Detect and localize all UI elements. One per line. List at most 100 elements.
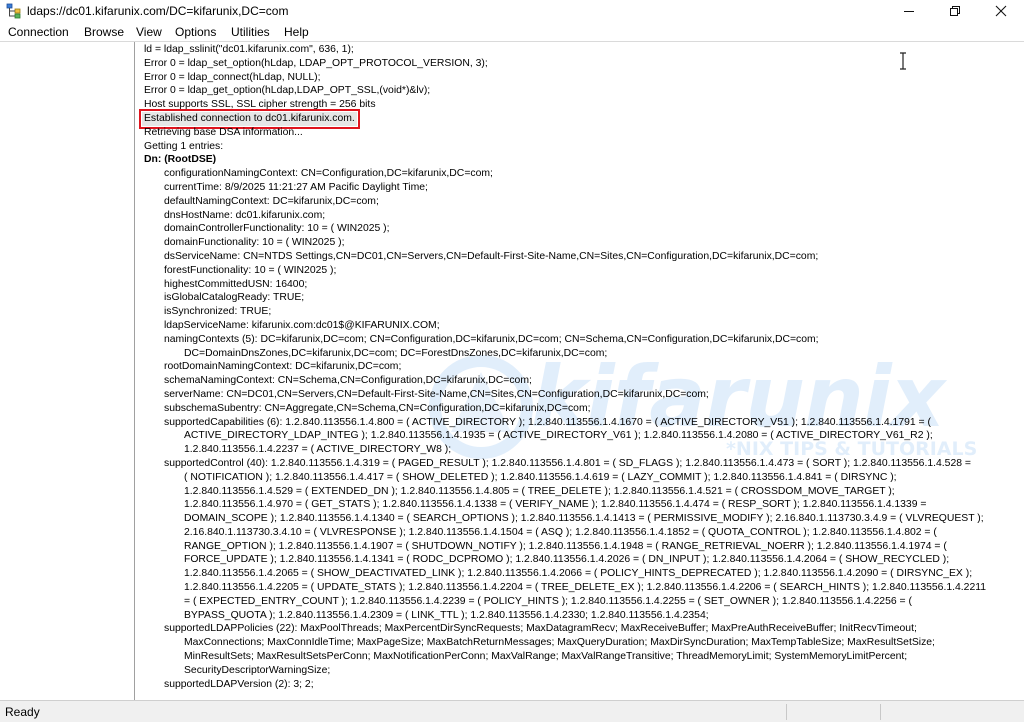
title-bar: ldaps://dc01.kifarunix.com/DC=kifarunix,… [0, 0, 1024, 22]
output-line-text: isSynchronized: TRUE; [164, 306, 272, 318]
output-line: schemaNamingContext: CN=Schema,CN=Config… [144, 374, 1022, 388]
output-line: 1.2.840.113556.1.4.529 = ( EXTENDED_DN )… [144, 485, 1022, 499]
output-line-text: Dn: (RootDSE) [144, 154, 217, 166]
menu-connection[interactable]: Connection [8, 25, 69, 39]
output-line-text: supportedLDAPPolicies (22): MaxPoolThrea… [164, 623, 917, 635]
maximize-icon [950, 6, 960, 16]
output-line: subschemaSubentry: CN=Aggregate,CN=Schem… [144, 402, 1022, 416]
output-line-text: ACTIVE_DIRECTORY_LDAP_INTEG ); 1.2.840.1… [184, 430, 933, 442]
tree-pane[interactable] [0, 42, 135, 700]
output-line: defaultNamingContext: DC=kifarunix,DC=co… [144, 195, 1022, 209]
output-line-text: dnsHostName: dc01.kifarunix.com; [164, 209, 326, 221]
output-line-text: forestFunctionality: 10 = ( WIN2025 ); [164, 264, 337, 276]
output-line: supportedLDAPPolicies (22): MaxPoolThrea… [144, 622, 1022, 636]
output-line-text: 1.2.840.113556.1.4.2065 = ( SHOW_DEACTIV… [184, 568, 973, 580]
output-line: 1.2.840.113556.1.4.2065 = ( SHOW_DEACTIV… [144, 567, 1022, 581]
output-line-text: Retrieving base DSA information... [144, 126, 303, 138]
minimize-icon [904, 11, 914, 12]
ldap-output: ld = ldap_sslinit("dc01.kifarunix.com", … [139, 43, 1022, 692]
output-line-text: = ( EXPECTED_ENTRY_COUNT ); 1.2.840.1135… [184, 595, 912, 607]
output-line: dnsHostName: dc01.kifarunix.com; [144, 209, 1022, 223]
output-line: SecurityDescriptorWarningSize; [144, 664, 1022, 678]
output-line: Host supports SSL, SSL cipher strength =… [144, 98, 1022, 112]
output-line: isSynchronized: TRUE; [144, 305, 1022, 319]
close-button[interactable] [978, 0, 1024, 22]
output-line: = ( EXPECTED_ENTRY_COUNT ); 1.2.840.1135… [144, 595, 1022, 609]
output-line-text: MaxConnections; MaxConnIdleTime; MaxPage… [184, 637, 935, 649]
output-line-text: domainControllerFunctionality: 10 = ( WI… [164, 223, 390, 235]
output-line: configurationNamingContext: CN=Configura… [144, 167, 1022, 181]
output-pane[interactable]: kifarunix *NIX TIPS & TUTORIALS ld = lda… [136, 42, 1024, 700]
output-line-text: Getting 1 entries: [144, 140, 224, 152]
output-line: ACTIVE_DIRECTORY_LDAP_INTEG ); 1.2.840.1… [144, 429, 1022, 443]
output-line-text: 1.2.840.113556.1.4.970 = ( GET_STATS ); … [184, 499, 927, 511]
highlighted-output-line: Established connection to dc01.kifarunix… [139, 109, 1022, 129]
output-line-text: rootDomainNamingContext: DC=kifarunix,DC… [164, 361, 402, 373]
output-line: serverName: CN=DC01,CN=Servers,CN=Defaul… [144, 388, 1022, 402]
output-line: FORCE_UPDATE ); 1.2.840.113556.1.4.1341 … [144, 553, 1022, 567]
output-line: RANGE_OPTION ); 1.2.840.113556.1.4.1907 … [144, 540, 1022, 554]
output-line: MaxConnections; MaxConnIdleTime; MaxPage… [144, 636, 1022, 650]
output-line: DC=DomainDnsZones,DC=kifarunix,DC=com; D… [144, 347, 1022, 361]
menu-browse[interactable]: Browse [84, 25, 124, 39]
output-line-text: Error 0 = ldap_get_option(hLdap,LDAP_OPT… [144, 85, 431, 97]
output-line-text: SecurityDescriptorWarningSize; [184, 664, 331, 676]
ldp-tree-icon [6, 3, 22, 19]
output-line-text: highestCommittedUSN: 16400; [164, 278, 308, 290]
output-line-text: Host supports SSL, SSL cipher strength =… [144, 99, 376, 111]
output-line-text: MinResultSets; MaxResultSetsPerConn; Max… [184, 651, 908, 663]
output-line-text: ld = ldap_sslinit("dc01.kifarunix.com", … [144, 44, 354, 55]
output-line-text: namingContexts (5): DC=kifarunix,DC=com;… [164, 333, 819, 345]
output-line: dsServiceName: CN=NTDS Settings,CN=DC01,… [144, 250, 1022, 264]
status-bar: Ready [0, 700, 1024, 722]
output-line: namingContexts (5): DC=kifarunix,DC=com;… [144, 333, 1022, 347]
close-icon [995, 5, 1007, 17]
output-line-text: defaultNamingContext: DC=kifarunix,DC=co… [164, 195, 379, 207]
output-line-text: serverName: CN=DC01,CN=Servers,CN=Defaul… [164, 388, 709, 400]
output-line: 1.2.840.113556.1.4.2205 = ( UPDATE_STATS… [144, 581, 1022, 595]
output-line: Getting 1 entries: [144, 140, 1022, 154]
output-line-text: DOMAIN_SCOPE ); 1.2.840.113556.1.4.1340 … [184, 513, 984, 525]
output-line: ld = ldap_sslinit("dc01.kifarunix.com", … [144, 43, 1022, 57]
output-line: domainControllerFunctionality: 10 = ( WI… [144, 222, 1022, 236]
minimize-button[interactable] [886, 0, 932, 22]
menu-utilities[interactable]: Utilities [231, 25, 270, 39]
output-line: Error 0 = ldap_connect(hLdap, NULL); [144, 71, 1022, 85]
output-line: 1.2.840.113556.1.4.2237 = ( ACTIVE_DIREC… [144, 443, 1022, 457]
output-line: Retrieving base DSA information... [144, 126, 1022, 140]
menu-options[interactable]: Options [175, 25, 216, 39]
output-line-text: ldapServiceName: kifarunix.com:dc01$@KIF… [164, 319, 440, 331]
output-line: currentTime: 8/9/2025 11:21:27 AM Pacifi… [144, 181, 1022, 195]
output-line: isGlobalCatalogReady: TRUE; [144, 291, 1022, 305]
menu-view[interactable]: View [136, 25, 162, 39]
output-line: ( NOTIFICATION ); 1.2.840.113556.1.4.417… [144, 471, 1022, 485]
output-line-text: Error 0 = ldap_set_option(hLdap, LDAP_OP… [144, 57, 488, 69]
status-divider [786, 704, 787, 720]
output-line: supportedControl (40): 1.2.840.113556.1.… [144, 457, 1022, 471]
output-line: 2.16.840.1.113730.3.4.10 = ( VLVRESPONSE… [144, 526, 1022, 540]
window-title: ldaps://dc01.kifarunix.com/DC=kifarunix,… [27, 4, 289, 18]
output-line-text: schemaNamingContext: CN=Schema,CN=Config… [164, 375, 532, 387]
output-line-text: currentTime: 8/9/2025 11:21:27 AM Pacifi… [164, 181, 428, 193]
output-line: supportedLDAPVersion (2): 3; 2; [144, 678, 1022, 692]
output-line-text: BYPASS_QUOTA ); 1.2.840.113556.1.4.2309 … [184, 609, 709, 621]
output-line-text: supportedLDAPVersion (2): 3; 2; [164, 678, 314, 690]
output-line-text: 2.16.840.1.113730.3.4.10 = ( VLVRESPONSE… [184, 526, 937, 538]
output-line-text: dsServiceName: CN=NTDS Settings,CN=DC01,… [164, 250, 819, 262]
output-line-text: subschemaSubentry: CN=Aggregate,CN=Schem… [164, 402, 591, 414]
output-line-text: isGlobalCatalogReady: TRUE; [164, 292, 305, 304]
output-line-text: supportedCapabilities (6): 1.2.840.11355… [164, 416, 931, 428]
output-line: MinResultSets; MaxResultSetsPerConn; Max… [144, 650, 1022, 664]
maximize-button[interactable] [932, 0, 978, 22]
menu-help[interactable]: Help [284, 25, 309, 39]
output-line: 1.2.840.113556.1.4.970 = ( GET_STATS ); … [144, 498, 1022, 512]
output-line: Dn: (RootDSE) [144, 153, 1022, 167]
output-line: Error 0 = ldap_get_option(hLdap,LDAP_OPT… [144, 84, 1022, 98]
output-line: Error 0 = ldap_set_option(hLdap, LDAP_OP… [144, 57, 1022, 71]
output-line-text: Established connection to dc01.kifarunix… [139, 109, 360, 129]
output-line-text: domainFunctionality: 10 = ( WIN2025 ); [164, 237, 345, 249]
text-cursor-icon [900, 52, 906, 70]
output-line: ldapServiceName: kifarunix.com:dc01$@KIF… [144, 319, 1022, 333]
status-divider [880, 704, 881, 720]
output-line-text: 1.2.840.113556.1.4.529 = ( EXTENDED_DN )… [184, 485, 895, 497]
